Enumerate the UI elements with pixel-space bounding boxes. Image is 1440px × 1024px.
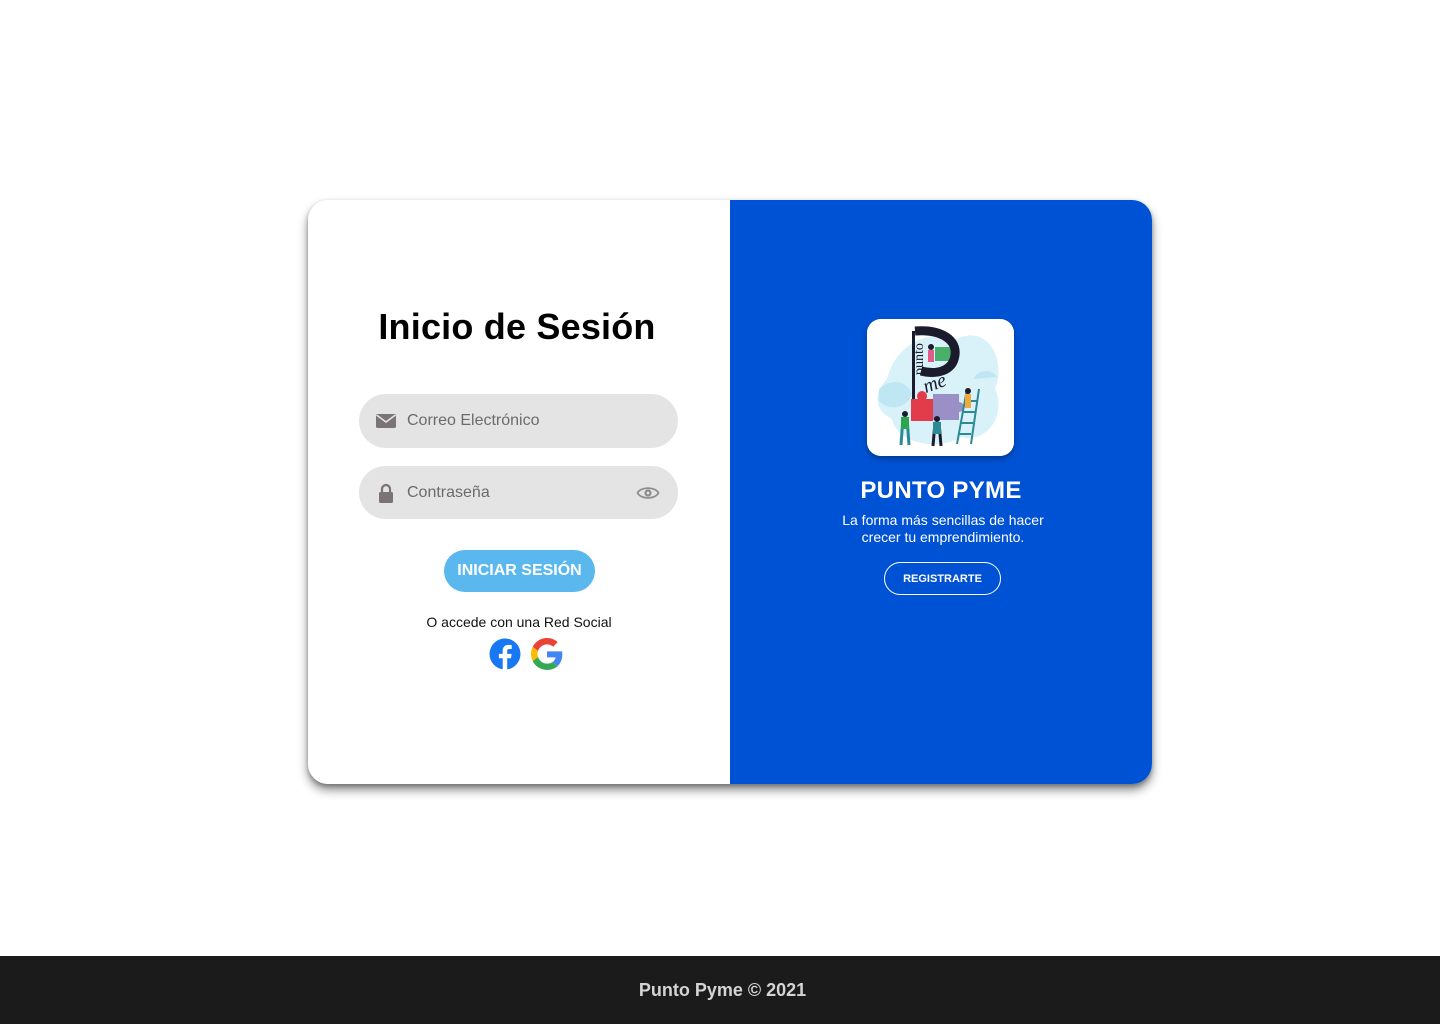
eye-icon[interactable] (636, 482, 660, 504)
login-title: Inicio de Sesión (378, 306, 656, 347)
social-login-icons (489, 636, 563, 672)
email-input[interactable] (407, 412, 627, 430)
svg-text:punto: punto (912, 343, 927, 375)
password-field[interactable] (359, 466, 678, 519)
password-input[interactable] (407, 483, 627, 502)
page: Inicio de Sesión Correo Electrónico INIC… (0, 0, 1440, 1024)
lock-icon (376, 483, 396, 503)
google-icon[interactable] (531, 636, 563, 672)
brand-title: PUNTO PYME (860, 477, 1022, 504)
login-card: Inicio de Sesión Correo Electrónico INIC… (308, 200, 1152, 784)
footer: Punto Pyme © 2021 (0, 956, 1440, 1024)
punto-pyme-logo: punto me (867, 319, 1014, 456)
envelope-icon (376, 411, 396, 431)
email-field[interactable] (359, 394, 678, 448)
social-login-text: O accede con una Red Social (426, 614, 612, 630)
brand-panel: punto me PUNTO PYME La forma más sencill… (730, 200, 1152, 784)
footer-text: Punto Pyme © 2021 (638, 979, 807, 1000)
register-button[interactable]: REGISTRARTE (884, 562, 1001, 595)
facebook-icon[interactable] (489, 636, 521, 672)
brand-subtitle: La forma más sencillas de hacer crecer t… (842, 512, 1044, 545)
login-button[interactable]: INICIAR SESIÓN (444, 550, 595, 592)
login-panel: Inicio de Sesión Correo Electrónico INIC… (308, 200, 730, 784)
